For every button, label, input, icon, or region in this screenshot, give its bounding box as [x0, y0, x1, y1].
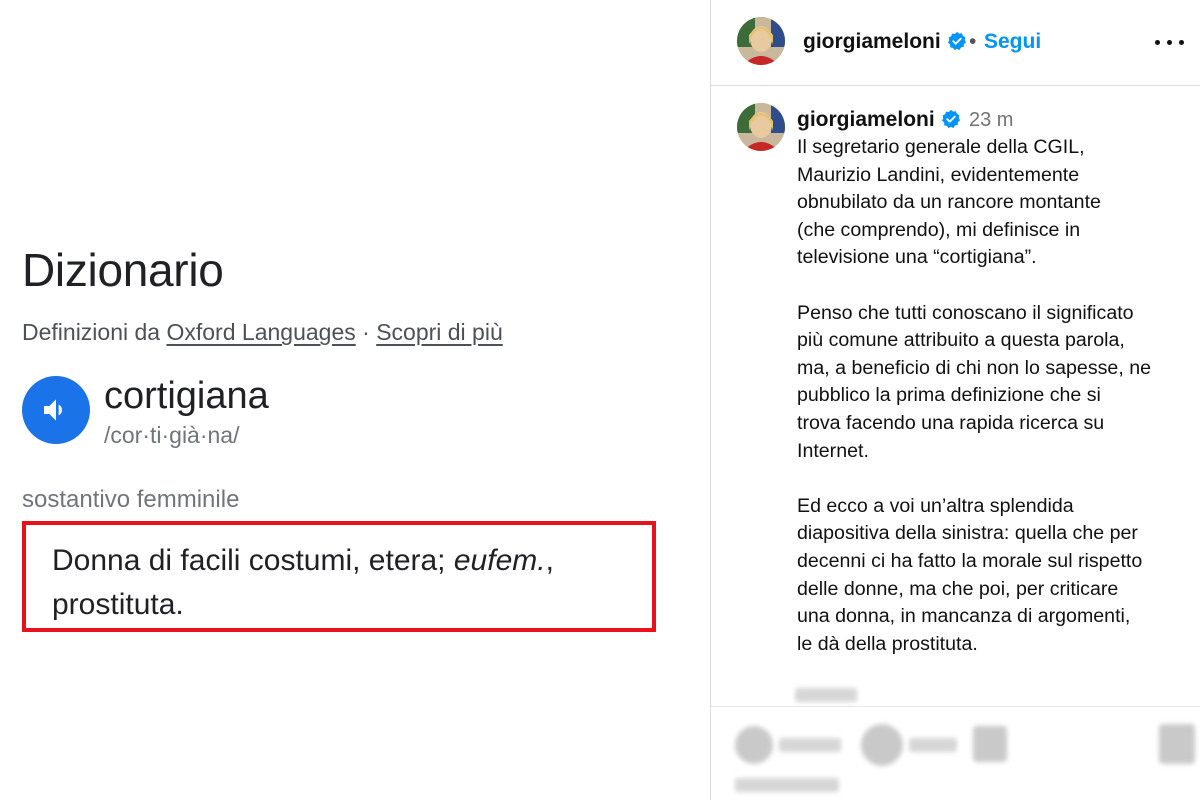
post-avatar[interactable]: [737, 103, 785, 151]
more-options-icon[interactable]: [1155, 32, 1189, 52]
dictionary-panel: Dizionario Definizioni da Oxford Languag…: [0, 0, 710, 800]
header-username[interactable]: giorgiameloni: [803, 28, 967, 56]
share-icon[interactable]: [973, 726, 1007, 762]
definition-abbreviation: eufem.: [453, 544, 546, 577]
post-caption: Il segretario generale della CGIL, Mauri…: [797, 136, 1151, 655]
headword: cortigiana: [104, 375, 269, 417]
post-username-text: giorgiameloni: [797, 108, 935, 131]
speaker-icon: [44, 399, 62, 421]
blurred-text: [795, 688, 857, 702]
definition-text: Donna di facili costumi, etera; eufem., …: [52, 539, 624, 627]
source-prefix: Definizioni da: [22, 319, 161, 345]
header-separator-dot: •: [969, 30, 977, 53]
save-icon[interactable]: [1159, 724, 1195, 764]
definition-highlight-box: Donna di facili costumi, etera; eufem., …: [22, 521, 656, 632]
divider: [711, 706, 1200, 707]
oxford-languages-link[interactable]: Oxford Languages: [166, 319, 355, 345]
like-icon[interactable]: [735, 726, 773, 764]
verified-badge-icon: [947, 31, 966, 51]
avatar[interactable]: [737, 17, 785, 65]
avatar-image: [737, 17, 785, 65]
post-username[interactable]: giorgiameloni: [797, 106, 961, 134]
follow-button[interactable]: Segui: [984, 28, 1041, 56]
part-of-speech: sostantivo femminile: [22, 486, 240, 513]
blurred-count: [779, 738, 841, 752]
comment-icon[interactable]: [861, 724, 903, 766]
instagram-panel: giorgiameloni • Segui giorgiameloni 23 m…: [710, 0, 1200, 800]
dictionary-title: Dizionario: [22, 244, 224, 296]
blurred-date: [735, 778, 839, 792]
post-timestamp[interactable]: 23 m: [969, 106, 1013, 134]
learn-more-link[interactable]: Scopri di più: [376, 319, 503, 345]
post-avatar-image: [737, 103, 785, 151]
post-header: giorgiameloni • Segui: [711, 0, 1200, 86]
header-username-text: giorgiameloni: [803, 30, 941, 53]
dictionary-source: Definizioni da Oxford Languages · Scopri…: [22, 317, 503, 347]
verified-badge-icon: [941, 109, 960, 129]
phonetic-transcription: /cor·ti·già·na/: [104, 422, 240, 448]
source-separator: ·: [362, 319, 370, 345]
pronunciation-button[interactable]: [22, 376, 90, 444]
definition-main: Donna di facili costumi, etera;: [52, 544, 454, 577]
blurred-count: [909, 738, 957, 752]
